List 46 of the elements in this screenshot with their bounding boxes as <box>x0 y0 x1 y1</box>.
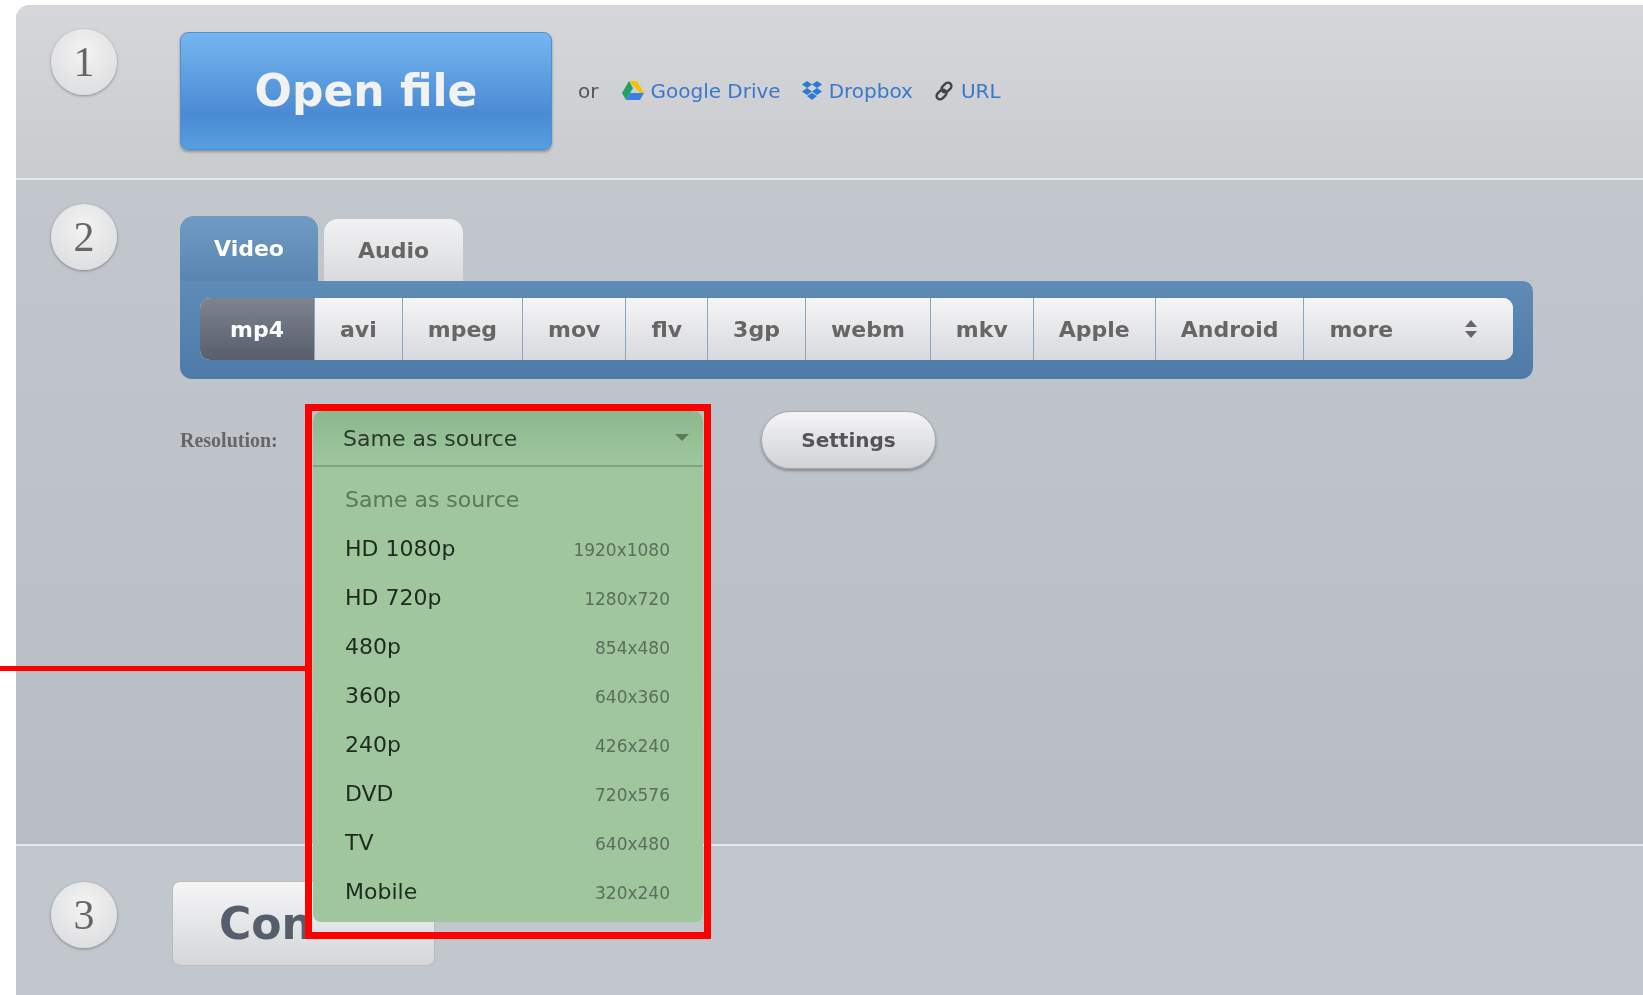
resolution-label: Resolution: <box>180 429 279 452</box>
source-link[interactable]: URL <box>960 78 1001 103</box>
option-size: 1280x720 <box>584 588 670 611</box>
format-button[interactable]: mp4 <box>200 298 315 360</box>
format-button[interactable]: mov <box>523 298 627 360</box>
format-button[interactable]: flv <box>626 298 709 360</box>
option-name[interactable]: TV <box>345 818 374 867</box>
resolution-select[interactable]: Same as source <box>313 411 703 467</box>
dropbox-icon <box>800 80 823 101</box>
source-link[interactable]: Dropbox <box>828 78 913 103</box>
option-size: 1920x1080 <box>573 539 670 562</box>
option-size: 426x240 <box>595 735 670 758</box>
option-size: 640x360 <box>595 686 670 709</box>
more-label: more <box>1329 316 1394 342</box>
option-name: Same as source <box>345 486 520 514</box>
step-number: 2 <box>51 204 117 270</box>
source-link[interactable]: Google Drive <box>650 78 781 103</box>
more-select[interactable]: more <box>1304 298 1513 360</box>
option-size: 640x480 <box>595 833 670 856</box>
triangle-logo-icon <box>622 81 645 100</box>
option-name[interactable]: 480p <box>345 622 401 671</box>
settings-button[interactable]: Settings <box>761 411 936 469</box>
option-name[interactable]: 360p <box>345 671 401 720</box>
tab[interactable]: Video <box>180 216 318 281</box>
format-button[interactable]: Android <box>1155 298 1305 360</box>
option-name[interactable]: HD 1080p <box>345 524 456 573</box>
open-file-button[interactable]: Open file <box>180 31 552 150</box>
up-down-arrows-icon <box>1464 318 1478 340</box>
option-name[interactable]: DVD <box>345 769 394 818</box>
option-name[interactable]: 240p <box>345 720 401 769</box>
or-label: or <box>578 78 599 103</box>
option-name[interactable]: HD 720p <box>345 573 442 622</box>
option-size: 320x240 <box>595 882 670 905</box>
caret-icon <box>675 434 689 442</box>
format-button[interactable]: webm <box>805 298 931 360</box>
option-size: 720x576 <box>595 784 670 807</box>
format-button[interactable]: mpeg <box>402 298 524 360</box>
format-button[interactable]: 3gp <box>708 298 806 360</box>
step-number: 3 <box>51 882 117 948</box>
tab[interactable]: Audio <box>323 219 464 281</box>
format-button[interactable]: avi <box>315 298 403 360</box>
format-button[interactable]: Apple <box>1033 298 1156 360</box>
option-size: 854x480 <box>595 637 670 660</box>
step-number: 1 <box>51 29 117 95</box>
format-button[interactable]: mkv <box>930 298 1034 360</box>
link-icon <box>932 79 955 102</box>
